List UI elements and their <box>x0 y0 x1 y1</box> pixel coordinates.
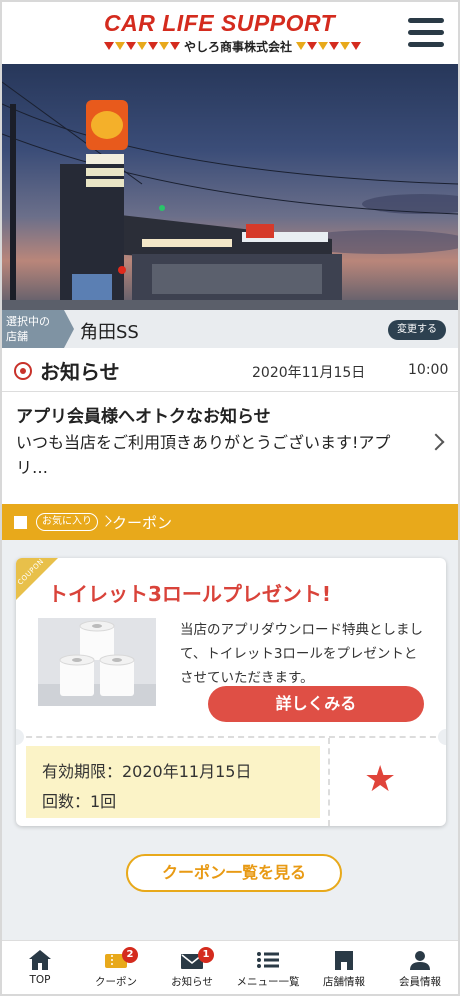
store-icon <box>335 951 353 970</box>
news-item-body: いつも当店をご利用頂きありがとうございます!アプリ… <box>16 433 391 477</box>
tab-member-info[interactable]: 会員情報 <box>382 941 458 994</box>
tab-label: TOP <box>29 974 51 986</box>
coupon-section-header: お気に入り クーポン <box>2 504 458 540</box>
tab-label: クーポン <box>95 976 137 988</box>
coupon-badge: 2 <box>122 947 138 963</box>
target-icon <box>14 362 32 380</box>
selected-store-tag: 選択中の 店舗 <box>2 310 64 348</box>
logo-subtitle-row: やしろ商事株式会社 <box>104 38 362 54</box>
app-frame: CAR LIFE SUPPORT やしろ商事株式会社 選択中の 店舗 角田SS … <box>0 0 460 996</box>
news-header: お知らせ 2020年11月15日 10:00 <box>2 348 458 392</box>
all-coupons-button[interactable]: クーポン一覧を見る <box>126 854 342 892</box>
coupon-vertical-divider <box>328 738 330 826</box>
logo-triangles-left <box>104 42 180 50</box>
toilet-paper-image <box>38 618 156 706</box>
list-menu-icon <box>257 952 279 968</box>
logo-triangles-right <box>296 42 362 50</box>
selected-store-bar: 選択中の 店舗 角田SS 変更する <box>2 310 458 348</box>
home-icon <box>29 950 51 970</box>
news-badge: 1 <box>198 947 214 963</box>
bottom-tab-bar: TOP 2 クーポン 1 お知らせ メニュー一覧 店舗情報 会員情報 <box>2 940 458 994</box>
coupon-notch-left <box>16 729 24 745</box>
tab-store-info[interactable]: 店舗情報 <box>306 941 382 994</box>
favorite-pill[interactable]: お気に入り <box>36 513 98 531</box>
tab-label: 会員情報 <box>399 976 441 988</box>
change-store-button[interactable]: 変更する <box>388 320 446 340</box>
coupon-validity: 有効期限：2020年11月15日 <box>42 762 252 781</box>
news-date: 2020年11月15日 <box>252 365 366 381</box>
coupon-divider <box>16 736 446 738</box>
tab-coupon[interactable]: 2 クーポン <box>78 941 154 994</box>
store-tag-line2: 店舗 <box>6 330 28 343</box>
member-icon <box>410 951 430 970</box>
tab-top[interactable]: TOP <box>2 941 78 994</box>
coupon-title: トイレット3ロールプレゼント! <box>48 582 332 606</box>
store-name: 角田SS <box>80 322 139 343</box>
logo-subtitle: やしろ商事株式会社 <box>184 39 293 54</box>
store-tag-line1: 選択中の <box>6 315 50 328</box>
news-item-title: アプリ会員様へオトクなお知らせ <box>16 407 271 427</box>
tab-label: メニュー一覧 <box>236 976 300 988</box>
tab-news[interactable]: 1 お知らせ <box>154 941 230 994</box>
tab-menu-list[interactable]: メニュー一覧 <box>230 941 306 994</box>
coupon-validity-box: 有効期限：2020年11月15日 回数：1回 <box>26 746 320 818</box>
hamburger-menu-icon[interactable] <box>408 18 444 48</box>
coupon-card[interactable]: COUPON トイレット3ロールプレゼント! 当店のアプリダウンロード特典としま… <box>16 558 446 826</box>
coupon-list-icon <box>14 516 27 529</box>
gas-station-illustration <box>2 81 458 310</box>
coupon-description: 当店のアプリダウンロード特典としまして、トイレット3ロールをプレゼントとさせてい… <box>180 622 423 686</box>
app-logo[interactable]: CAR LIFE SUPPORT やしろ商事株式会社 <box>104 10 362 56</box>
store-tag-arrow <box>64 310 74 348</box>
coupon-usage-count: 回数：1回 <box>42 792 117 811</box>
tab-label: お知らせ <box>171 976 213 988</box>
news-item[interactable]: アプリ会員様へオトクなお知らせ いつも当店をご利用頂きありがとうございます!アプ… <box>2 392 458 492</box>
coupon-section-title: クーポン <box>112 514 173 532</box>
store-hero-image <box>2 64 458 310</box>
chevron-right-icon <box>427 433 445 451</box>
favorite-star-icon[interactable]: ★ <box>364 756 396 804</box>
news-section-title: お知らせ <box>40 360 120 384</box>
news-time: 10:00 <box>408 362 449 378</box>
app-header: CAR LIFE SUPPORT やしろ商事株式会社 <box>2 2 458 64</box>
logo-title: CAR LIFE SUPPORT <box>104 10 336 36</box>
coupon-detail-button[interactable]: 詳しくみる <box>208 686 424 722</box>
tab-label: 店舗情報 <box>323 976 365 988</box>
chevron-right-small-icon <box>100 515 112 527</box>
coupon-notch-right <box>438 729 446 745</box>
